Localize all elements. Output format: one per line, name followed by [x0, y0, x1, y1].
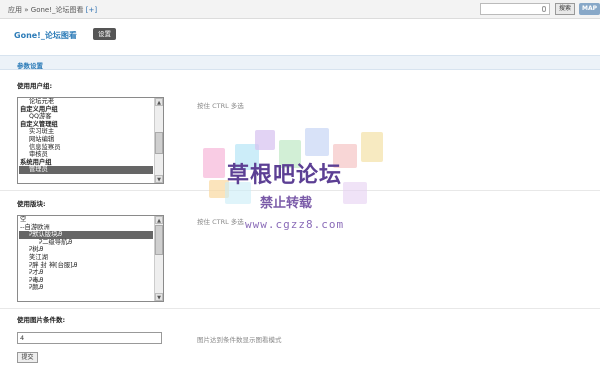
- select-option[interactable]: 空: [19, 216, 153, 224]
- user-groups-hint: 按住 CTRL 多选: [197, 102, 244, 110]
- search-button[interactable]: 搜索: [555, 3, 575, 15]
- top-bar: 应用 » Gone!_论坛图看 [+] 搜索 MAP: [0, 0, 600, 19]
- submit-button[interactable]: 提交: [17, 352, 38, 363]
- watermark: 草根吧论坛 禁止转载 www.cgzz8.com: [195, 120, 395, 270]
- scroll-up-icon[interactable]: ▲: [155, 98, 163, 106]
- image-condition-label: 使用图片条件数:: [17, 316, 66, 324]
- boards-select[interactable]: 空 --自游欧洲 Ꭾ默认版块Ꭿ Ꭾ二级导航Ꭿ Ꭾ树Ꭿ 笑江湖 Ꭾ胖 封 神[台服]Ꭿ Ꭾ才Ꭿ Ꭾ…: [17, 215, 164, 302]
- scroll-down-icon[interactable]: ▼: [155, 293, 163, 301]
- breadcrumb-app[interactable]: 应用: [8, 6, 22, 14]
- scroll-up-icon[interactable]: ▲: [155, 216, 163, 224]
- user-groups-select[interactable]: 论坛元老 自定义用户组 QQ游客 自定义管理组 实习斑主 网站编辑 信息监察员 审核员 系统用户…: [17, 97, 164, 184]
- boards-options: 空 --自游欧洲 Ꭾ默认版块Ꭿ Ꭾ二级导航Ꭿ Ꭾ树Ꭿ 笑江湖 Ꭾ胖 封 神[台服]Ꭿ Ꭾ才Ꭿ Ꭾ…: [19, 216, 153, 292]
- select-option[interactable]: 实习斑主: [19, 128, 153, 136]
- select-option[interactable]: Ꭾ颜Ꭿ: [19, 284, 153, 292]
- divider: [0, 308, 600, 309]
- scroll-thumb[interactable]: [155, 132, 163, 154]
- select-option[interactable]: QQ游客: [19, 113, 153, 121]
- image-condition-input[interactable]: 4: [17, 332, 162, 344]
- breadcrumb: 应用 » Gone!_论坛图看 [+]: [8, 5, 97, 15]
- select-option[interactable]: 网站编辑: [19, 136, 153, 144]
- watermark-subtitle: 禁止转载: [260, 196, 313, 211]
- breadcrumb-add-link[interactable]: [+]: [86, 6, 97, 14]
- select-option[interactable]: 笑江湖: [19, 254, 153, 262]
- settings-button[interactable]: 设置: [93, 28, 116, 40]
- scroll-thumb[interactable]: [155, 225, 163, 255]
- select-option[interactable]: 论坛元老: [19, 98, 153, 106]
- watermark-url: www.cgzz8.com: [245, 218, 345, 231]
- watermark-title: 草根吧论坛: [227, 163, 343, 188]
- section-title: 参数设置: [17, 62, 43, 70]
- boards-label: 使用版块:: [17, 200, 46, 208]
- section-header: 参数设置: [0, 55, 600, 70]
- microphone-icon[interactable]: [542, 6, 546, 12]
- breadcrumb-separator: »: [24, 6, 29, 14]
- select-option[interactable]: 审核员: [19, 151, 153, 159]
- user-groups-scrollbar[interactable]: ▲ ▼: [154, 98, 163, 183]
- select-option[interactable]: Ꭾ树Ꭿ: [19, 246, 153, 254]
- boards-scrollbar[interactable]: ▲ ▼: [154, 216, 163, 301]
- search-input[interactable]: [480, 3, 550, 15]
- user-groups-options: 论坛元老 自定义用户组 QQ游客 自定义管理组 实习斑主 网站编辑 信息监察员 审核员 系统用户…: [19, 98, 153, 174]
- select-option[interactable]: 管理员: [19, 166, 153, 174]
- scroll-down-icon[interactable]: ▼: [155, 175, 163, 183]
- select-option[interactable]: Ꭾ才Ꭿ: [19, 269, 153, 277]
- breadcrumb-current[interactable]: Gone!_论坛图看: [31, 6, 84, 14]
- user-groups-label: 使用用户组:: [17, 82, 53, 90]
- page-title: Gone!_论坛图看: [14, 31, 77, 40]
- image-condition-hint: 图片达到条件数显示图看模式: [197, 336, 282, 344]
- select-option[interactable]: Ꭾ默认版块Ꭿ: [19, 231, 153, 239]
- map-button[interactable]: MAP: [579, 3, 600, 15]
